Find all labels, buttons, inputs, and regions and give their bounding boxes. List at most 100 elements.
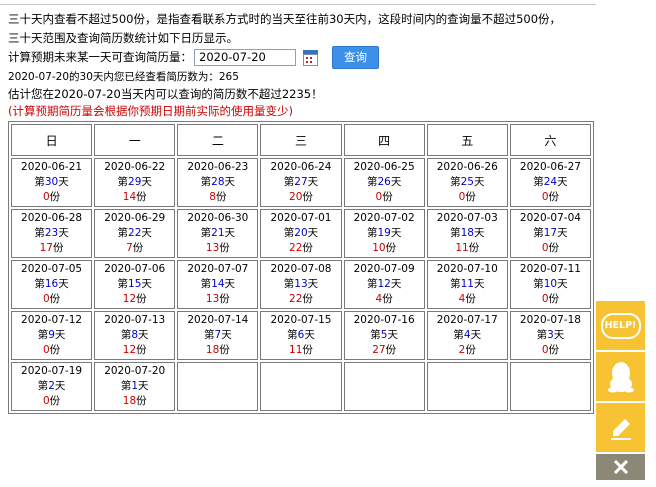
day-count: 8份 [209,191,227,203]
calendar-day-cell: 2020-06-25 第26天 0份 [343,158,425,207]
day-count-number: 10 [372,242,386,254]
day-count-number: 0 [541,242,549,254]
calendar-day-cell: 2020-07-05 第16天 0份 [11,260,93,309]
feedback-button[interactable] [596,403,645,454]
weekday-sat: 六 [509,124,591,156]
day-count-number: 13 [205,293,220,305]
day-index: 第2天 [37,380,66,392]
day-index-number: 3 [547,329,554,341]
day-date: 2020-07-11 [519,263,581,275]
day-index: 第30天 [34,176,69,188]
weekday-thu: 四 [343,124,425,156]
day-index-number: 9 [48,329,55,341]
day-count-number: 7 [126,242,133,254]
day-date: 2020-07-03 [436,212,498,224]
day-count-number: 14 [122,191,137,203]
day-count-number: 27 [372,344,386,356]
day-count: 22份 [289,293,313,305]
calendar-day-cell: 2020-06-27 第24天 0份 [509,158,591,207]
day-count: 0份 [375,191,393,203]
day-date: 2020-06-29 [104,212,166,224]
day-date: 2020-07-17 [436,314,498,326]
calendar-day-cell: 2020-07-04 第17天 0份 [509,209,591,258]
close-button[interactable] [596,454,645,480]
intro-text: 三十天内查看不超过500份，是指查看联系方式时的当天至往前30天内，这段时间内的… [8,10,561,48]
day-count-number: 4 [458,293,466,305]
day-date: 2020-07-15 [270,314,332,326]
day-date: 2020-07-18 [519,314,581,326]
day-date: 2020-07-04 [519,212,581,224]
day-count-number: 0 [541,191,549,203]
day-index: 第9天 [37,329,66,341]
day-index-number: 19 [377,227,391,239]
day-date: 2020-07-09 [353,263,415,275]
day-index-number: 28 [211,176,225,188]
day-index-number: 1 [131,380,139,392]
day-index: 第22天 [117,227,152,239]
calendar-empty-cell [509,362,591,411]
day-count-number: 13 [205,242,220,254]
calendar-day-cell: 2020-07-17 第4天 2份 [426,311,508,360]
calendar-icon[interactable] [303,49,318,66]
calendar-day-cell: 2020-07-18 第3天 0份 [509,311,591,360]
calendar-day-cell: 2020-07-15 第6天 11份 [260,311,342,360]
day-count: 18份 [122,395,147,407]
day-count-number: 0 [458,191,466,203]
day-count-number: 18 [205,344,220,356]
calendar-day-cell: 2020-07-14 第7天 18份 [177,311,259,360]
day-index: 第25天 [450,176,485,188]
day-count-number: 0 [541,293,549,305]
day-date: 2020-07-02 [353,212,415,224]
day-count: 0份 [42,293,61,305]
day-count-number: 4 [375,293,383,305]
day-index-number: 26 [377,176,391,188]
date-input[interactable] [194,48,296,66]
calendar-day-cell: 2020-07-20 第1天 18份 [94,362,176,411]
weekday-mon: 一 [94,124,176,156]
day-index-number: 22 [128,227,142,239]
day-index: 第8天 [120,329,149,341]
day-count: 17份 [39,242,64,254]
top-divider [0,4,596,5]
calendar-day-cell: 2020-07-19 第2天 0份 [11,362,93,411]
calendar-day-cell: 2020-06-29 第22天 7份 [94,209,176,258]
day-index-number: 6 [297,329,305,341]
day-index-number: 7 [214,329,222,341]
day-index-number: 8 [131,329,139,341]
day-count-number: 20 [289,191,303,203]
close-icon [613,460,628,474]
calendar-day-cell: 2020-07-01 第20天 22份 [260,209,342,258]
help-button[interactable]: HELP! [596,301,645,352]
day-count: 0份 [541,191,560,203]
day-index-number: 16 [44,278,59,290]
weekday-header-row: 日 一 二 三 四 五 六 [11,124,591,156]
qq-icon [607,361,634,392]
day-index: 第6天 [287,329,315,341]
day-index: 第17天 [533,227,568,239]
intro-line-1: 三十天内查看不超过500份，是指查看联系方式时的当天至往前30天内，这段时间内的… [8,12,562,26]
pencil-icon [610,418,631,440]
calendar-day-cell: 2020-07-09 第12天 4份 [343,260,425,309]
weekday-tue: 二 [177,124,259,156]
day-date: 2020-06-27 [519,161,581,173]
day-index-number: 5 [380,329,388,341]
day-count: 0份 [541,293,560,305]
day-count-number: 22 [289,293,303,305]
qq-button[interactable] [596,352,645,403]
day-index: 第16天 [34,278,69,290]
day-index: 第7天 [204,329,232,341]
day-count: 11份 [455,242,480,254]
day-index-number: 2 [48,380,55,392]
day-date: 2020-07-06 [104,263,166,275]
day-index: 第4天 [453,329,482,341]
day-index: 第28天 [200,176,236,188]
day-index: 第11天 [450,278,485,290]
day-count: 18份 [205,344,230,356]
day-count: 0份 [42,344,61,356]
calendar-empty-cell [426,362,508,411]
day-count: 20份 [289,191,313,203]
day-index: 第10天 [533,278,568,290]
day-date: 2020-06-25 [353,161,415,173]
query-button[interactable]: 查询 [332,45,379,69]
day-count-number: 17 [39,242,53,254]
